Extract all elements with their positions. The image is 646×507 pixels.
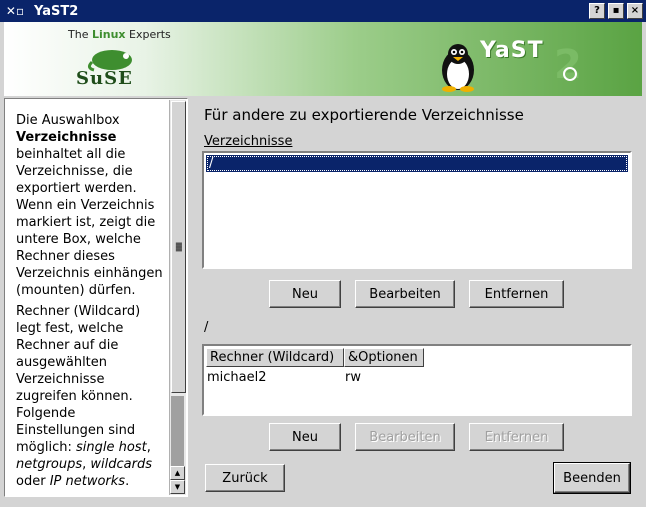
hosts-table[interactable]: Rechner (Wildcard) &Optionen michael2 rw: [202, 344, 632, 416]
suse-logo-text: SuSE: [76, 68, 133, 89]
finish-button[interactable]: Beenden: [553, 462, 631, 494]
column-header-host[interactable]: Rechner (Wildcard): [206, 348, 344, 367]
edit-directory-button[interactable]: Bearbeiten: [355, 280, 455, 308]
add-host-button[interactable]: Neu: [269, 423, 341, 451]
help-scrollbar-thumb[interactable]: ▬ ▬ ▬: [171, 101, 186, 393]
remove-directory-button[interactable]: Entfernen: [469, 280, 564, 308]
column-header-options[interactable]: &Optionen: [344, 348, 424, 367]
list-item[interactable]: /: [206, 155, 628, 172]
main-content: Für andere zu exportierende Verzeichniss…: [194, 98, 642, 500]
help-panel: Die Auswahlbox Verzeichnisse beinhaltet …: [4, 98, 188, 497]
back-button[interactable]: Zurück: [205, 464, 285, 492]
title-bar[interactable]: ✕▫ YaST2 ? ▪ ×: [0, 0, 646, 22]
host-cell: michael2: [207, 370, 267, 385]
maximize-window-button[interactable]: ▪: [608, 3, 624, 19]
edit-host-button[interactable]: Bearbeiten: [355, 423, 455, 451]
close-window-button[interactable]: ×: [627, 3, 643, 19]
help-paragraph: Rechner (Wildcard) legt fest, welche Rec…: [16, 304, 153, 489]
page-title: Für andere zu exportierende Verzeichniss…: [204, 106, 524, 124]
suse-banner: The Linux Experts SuSE YaST 2: [4, 22, 642, 96]
yast-logo-text: YaST: [480, 38, 544, 63]
window-title: YaST2: [34, 3, 79, 19]
x-window-icon[interactable]: ✕▫: [0, 0, 30, 22]
scroll-grip-icon: ▬ ▬ ▬: [175, 239, 183, 254]
tux-penguin-icon: [442, 44, 474, 92]
help-paragraph: Die Auswahlbox Verzeichnisse beinhaltet …: [16, 113, 163, 298]
help-scrollbar-track[interactable]: [171, 396, 184, 466]
directories-list[interactable]: /: [202, 151, 632, 269]
scroll-up-arrow-icon[interactable]: ▲: [170, 466, 185, 480]
remove-host-button[interactable]: Entfernen: [469, 423, 564, 451]
options-cell: rw: [345, 370, 361, 385]
help-scrollbar[interactable]: ▬ ▬ ▬ ▲ ▼: [169, 100, 186, 495]
help-text: Die Auswahlbox Verzeichnisse beinhaltet …: [6, 100, 170, 495]
directories-label: Verzeichnisse: [204, 134, 293, 149]
scroll-down-arrow-icon[interactable]: ▼: [170, 480, 185, 494]
help-window-button[interactable]: ?: [589, 3, 605, 19]
selected-path-label: /: [204, 320, 209, 335]
yast2-swirl-icon: 2: [554, 42, 582, 86]
add-directory-button[interactable]: Neu: [269, 280, 341, 308]
tagline: The Linux Experts: [68, 28, 171, 41]
